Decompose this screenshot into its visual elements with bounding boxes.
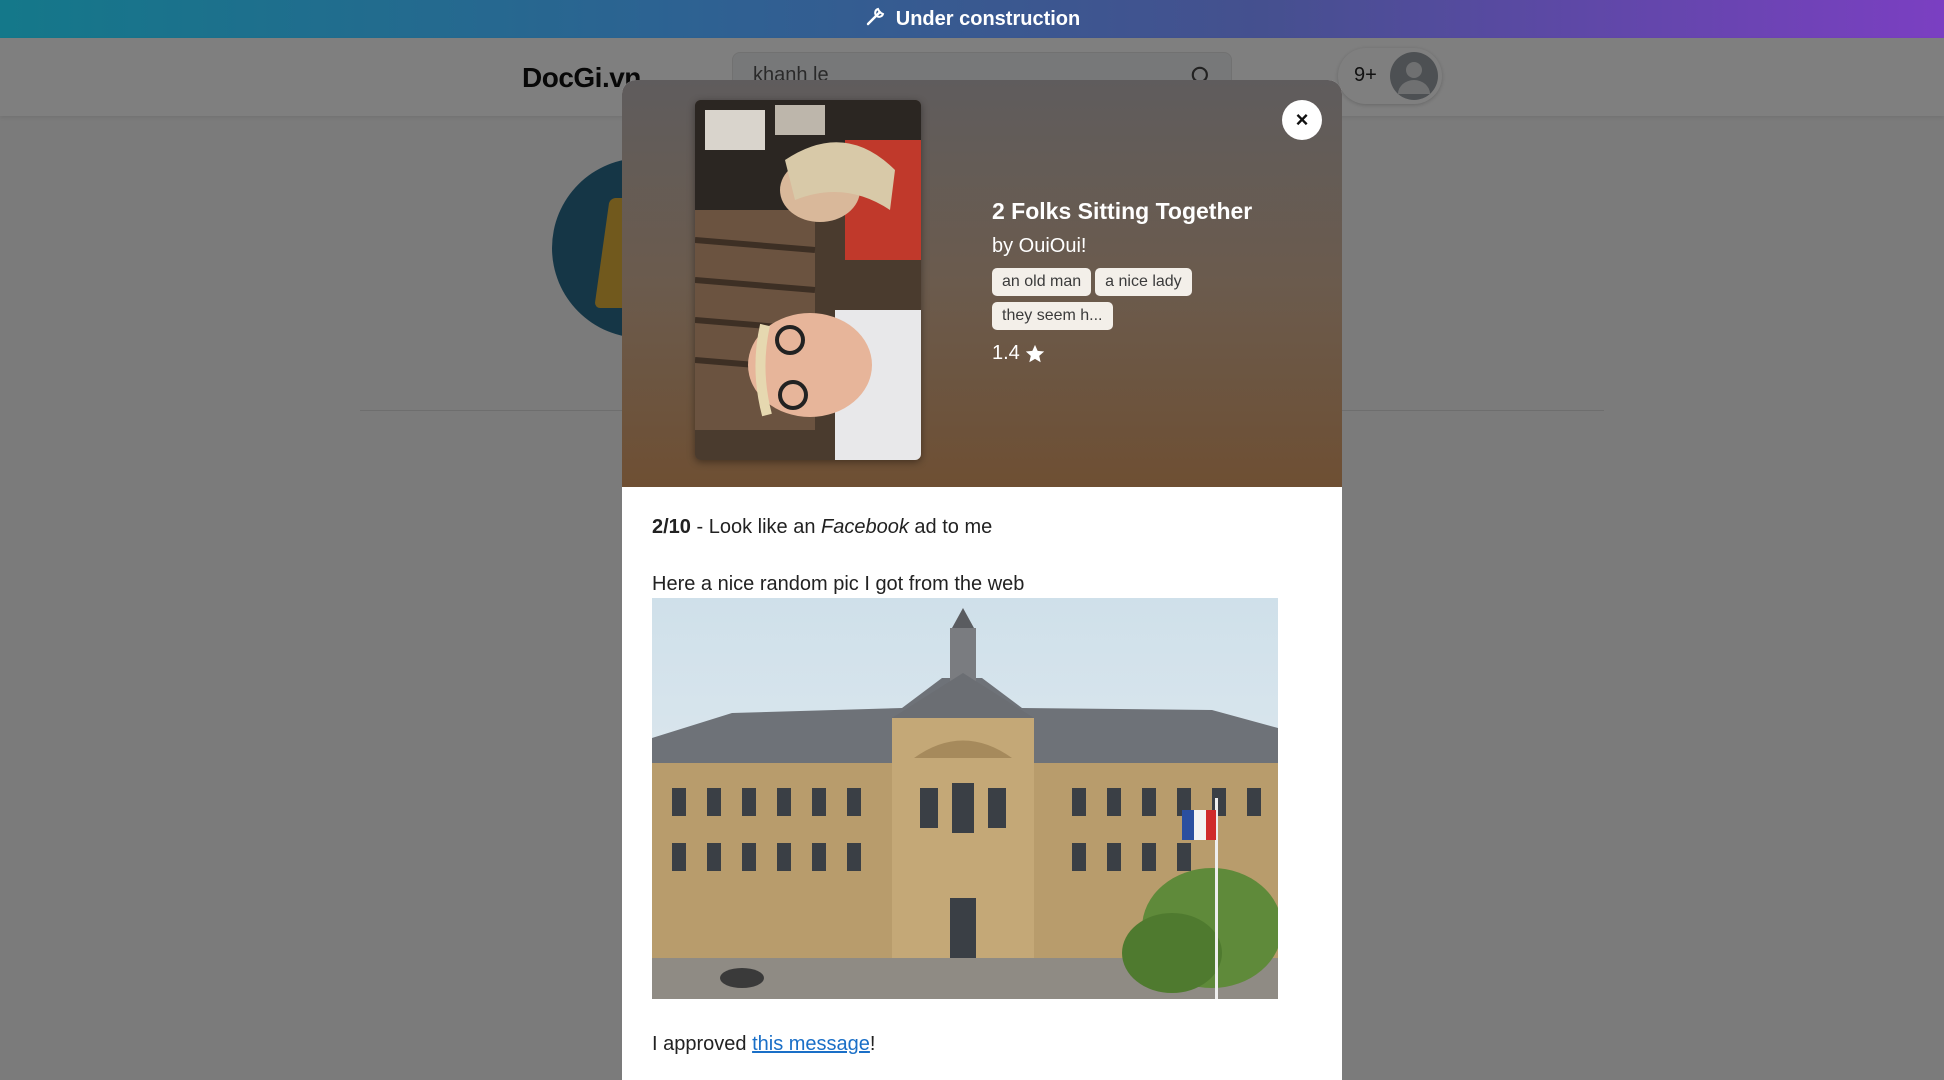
story-author[interactable]: by OuiOui! <box>992 235 1312 258</box>
message-link[interactable]: this message <box>752 1033 870 1055</box>
image-caption: Here a nice random pic I got from the we… <box>652 573 1025 595</box>
review-line: 2/10 - Look like an Facebook ad to me <box>652 516 1312 539</box>
story-info: 2 Folks Sitting Together by OuiOui! an o… <box>992 198 1312 365</box>
review-score: 2/10 <box>652 516 691 538</box>
modal-header: × 2 Folks Sitting Together by OuiOui! an… <box>622 80 1342 487</box>
review-emphasis: Facebook <box>821 516 909 538</box>
rating: 1.4 <box>992 342 1312 365</box>
banner-text: Under construction <box>895 7 1081 30</box>
story-modal: × 2 Folks Sitting Together by OuiOui! an… <box>622 80 1342 1080</box>
wrench-icon <box>864 4 888 34</box>
tag-chip[interactable]: a nice lady <box>1095 268 1192 296</box>
rating-value: 1.4 <box>992 342 1020 364</box>
review-text-before: - Look like an <box>690 516 822 538</box>
close-button[interactable]: × <box>1282 100 1322 140</box>
approval-line: I approved this message! <box>652 1033 1312 1056</box>
tag-chip[interactable]: they seem h... <box>992 302 1113 330</box>
tag-list: an old man a nice lady they seem h... <box>992 268 1272 336</box>
construction-banner: Under construction <box>0 0 1944 38</box>
approval-prefix: I approved <box>652 1033 753 1055</box>
tag-chip[interactable]: an old man <box>992 268 1092 296</box>
story-title: 2 Folks Sitting Together <box>992 198 1253 224</box>
review-text-after: ad to me <box>908 516 993 538</box>
modal-body: 2/10 - Look like an Facebook ad to me He… <box>652 516 1312 1056</box>
building-photo <box>652 598 1278 999</box>
star-icon <box>1025 344 1044 362</box>
cover-image <box>695 100 921 460</box>
approval-suffix: ! <box>869 1033 876 1055</box>
